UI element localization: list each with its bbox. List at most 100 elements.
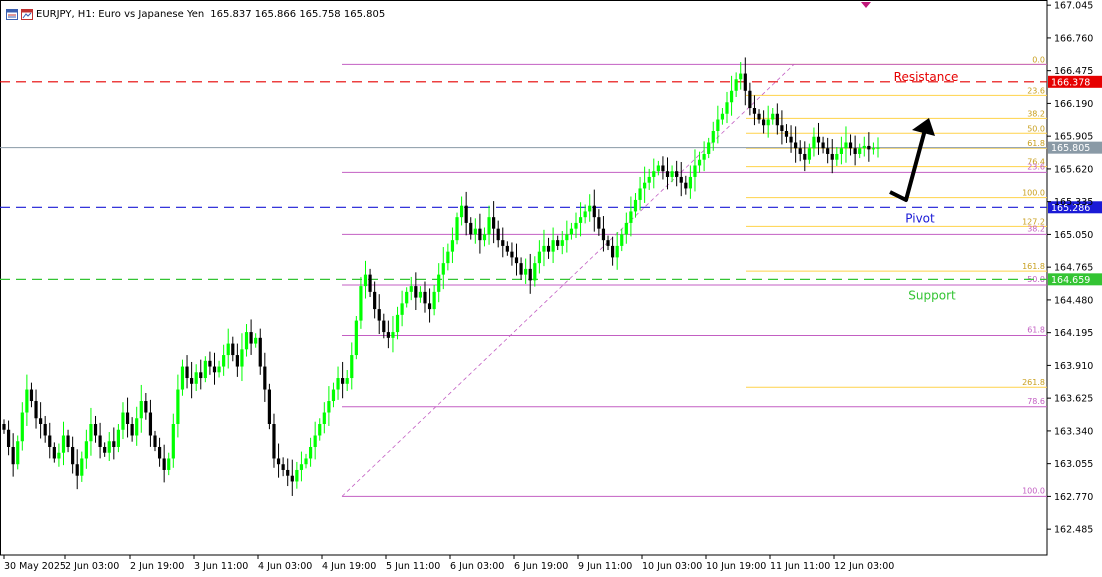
fib-lower-label: 23.6 — [1027, 162, 1045, 171]
plot-frame — [0, 0, 1048, 556]
candle-body — [871, 148, 876, 150]
candle-body — [176, 389, 180, 425]
candle-body — [588, 205, 592, 212]
candle-body — [556, 240, 560, 246]
candle-body — [80, 458, 84, 476]
x-tick-label: 3 Jun 11:00 — [194, 561, 248, 572]
candle-body — [276, 458, 281, 465]
fib-upper-label: 0.0 — [1032, 55, 1045, 64]
candle-body — [510, 251, 514, 258]
y-tick-label: 162.770 — [1054, 492, 1093, 503]
candle-body — [363, 274, 368, 287]
candle-body — [597, 217, 601, 229]
candle-body — [771, 113, 775, 120]
candle-body — [729, 90, 734, 103]
candle-body — [569, 228, 574, 235]
fib-upper-label: 23.6 — [1027, 86, 1045, 95]
chart-window[interactable]: EURJPY, H1: Euro vs Japanese Yen 165.837… — [0, 0, 1102, 577]
x-tick-label: 5 Jun 11:00 — [386, 561, 440, 572]
candle-body — [48, 435, 52, 447]
candle-body — [217, 366, 221, 373]
candle-body — [190, 378, 194, 384]
fib-upper-label: 100.0 — [1022, 189, 1045, 198]
candle-body — [565, 234, 569, 241]
y-tick-label: 167.045 — [1054, 1, 1093, 12]
candle-body — [373, 291, 377, 310]
candle-body — [16, 441, 20, 465]
candle-body — [249, 332, 253, 344]
candle-body — [720, 113, 725, 120]
level-name-pivot: Pivot — [905, 211, 935, 225]
y-tick-label: 164.765 — [1054, 263, 1093, 274]
candle-body — [6, 429, 11, 447]
candle-body — [853, 148, 857, 154]
candle-body — [167, 458, 171, 470]
candle-body — [711, 130, 715, 143]
candle-body — [752, 108, 757, 114]
candle-body — [336, 378, 340, 390]
candle-body — [844, 142, 848, 149]
candle-body — [629, 211, 633, 223]
candle-body — [29, 389, 34, 402]
fib-upper-label: 161.8 — [1022, 262, 1045, 271]
candle-body — [739, 73, 743, 80]
candle-body — [121, 412, 125, 430]
candle-body — [354, 320, 358, 356]
y-tick-label: 165.620 — [1054, 164, 1093, 175]
candle-body — [263, 366, 267, 390]
candle-body — [130, 424, 134, 436]
candle-body — [327, 401, 331, 413]
candle-body — [697, 159, 702, 166]
candle-body — [615, 245, 619, 258]
y-tick-label: 163.055 — [1054, 459, 1093, 470]
level-price-label: 164.659 — [1051, 275, 1090, 286]
candle-body — [125, 412, 130, 425]
fib-upper-label: 61.8 — [1027, 139, 1045, 148]
x-tick-label: 6 Jun 03:00 — [450, 561, 504, 572]
candle-body — [807, 148, 811, 160]
candle-body — [775, 113, 779, 126]
candle-body — [89, 424, 93, 442]
x-tick-label: 4 Jun 03:00 — [258, 561, 312, 572]
candle-body — [482, 234, 487, 241]
price-chart[interactable]: 0.023.638.250.061.876.4100.0127.2161.826… — [0, 0, 1102, 577]
candle-body — [551, 240, 555, 252]
y-tick-label: 164.480 — [1054, 295, 1093, 306]
candle-body — [848, 142, 853, 149]
candle-body — [578, 217, 583, 223]
candle-body — [858, 148, 862, 154]
candle-body — [267, 389, 272, 425]
candle-body — [487, 217, 491, 235]
candle-body — [519, 263, 523, 275]
candle-body — [665, 171, 670, 177]
y-tick-label: 164.195 — [1054, 328, 1093, 339]
candle-body — [25, 389, 29, 413]
x-tick-label: 6 Jun 19:00 — [514, 561, 568, 572]
candle-body — [675, 171, 679, 177]
candle-body — [345, 378, 349, 384]
candle-body — [656, 165, 660, 172]
candle-body — [501, 240, 505, 246]
x-tick-label: 2 Jun 03:00 — [65, 561, 119, 572]
candle-body — [244, 332, 249, 350]
candle-body — [496, 228, 500, 241]
y-tick-label: 163.910 — [1054, 361, 1093, 372]
candle-body — [546, 245, 551, 252]
fib-lower-label: 38.2 — [1027, 224, 1045, 233]
candle-body — [661, 165, 665, 172]
y-tick-label: 166.475 — [1054, 66, 1093, 77]
x-tick-label: 12 Jun 03:00 — [834, 561, 894, 572]
candle-body — [98, 435, 102, 447]
y-tick-label: 165.905 — [1054, 132, 1093, 143]
candle-body — [679, 176, 683, 183]
candle-body — [43, 424, 47, 436]
candle-body — [414, 286, 418, 298]
candle-body — [766, 119, 770, 126]
candle-body — [469, 222, 473, 235]
candle-body — [135, 418, 139, 436]
candle-body — [341, 378, 345, 384]
fib-upper-label: 261.8 — [1022, 378, 1045, 387]
x-tick-label: 11 Jun 11:00 — [770, 561, 830, 572]
x-tick-label: 10 Jun 03:00 — [642, 561, 702, 572]
candle-body — [592, 205, 596, 218]
